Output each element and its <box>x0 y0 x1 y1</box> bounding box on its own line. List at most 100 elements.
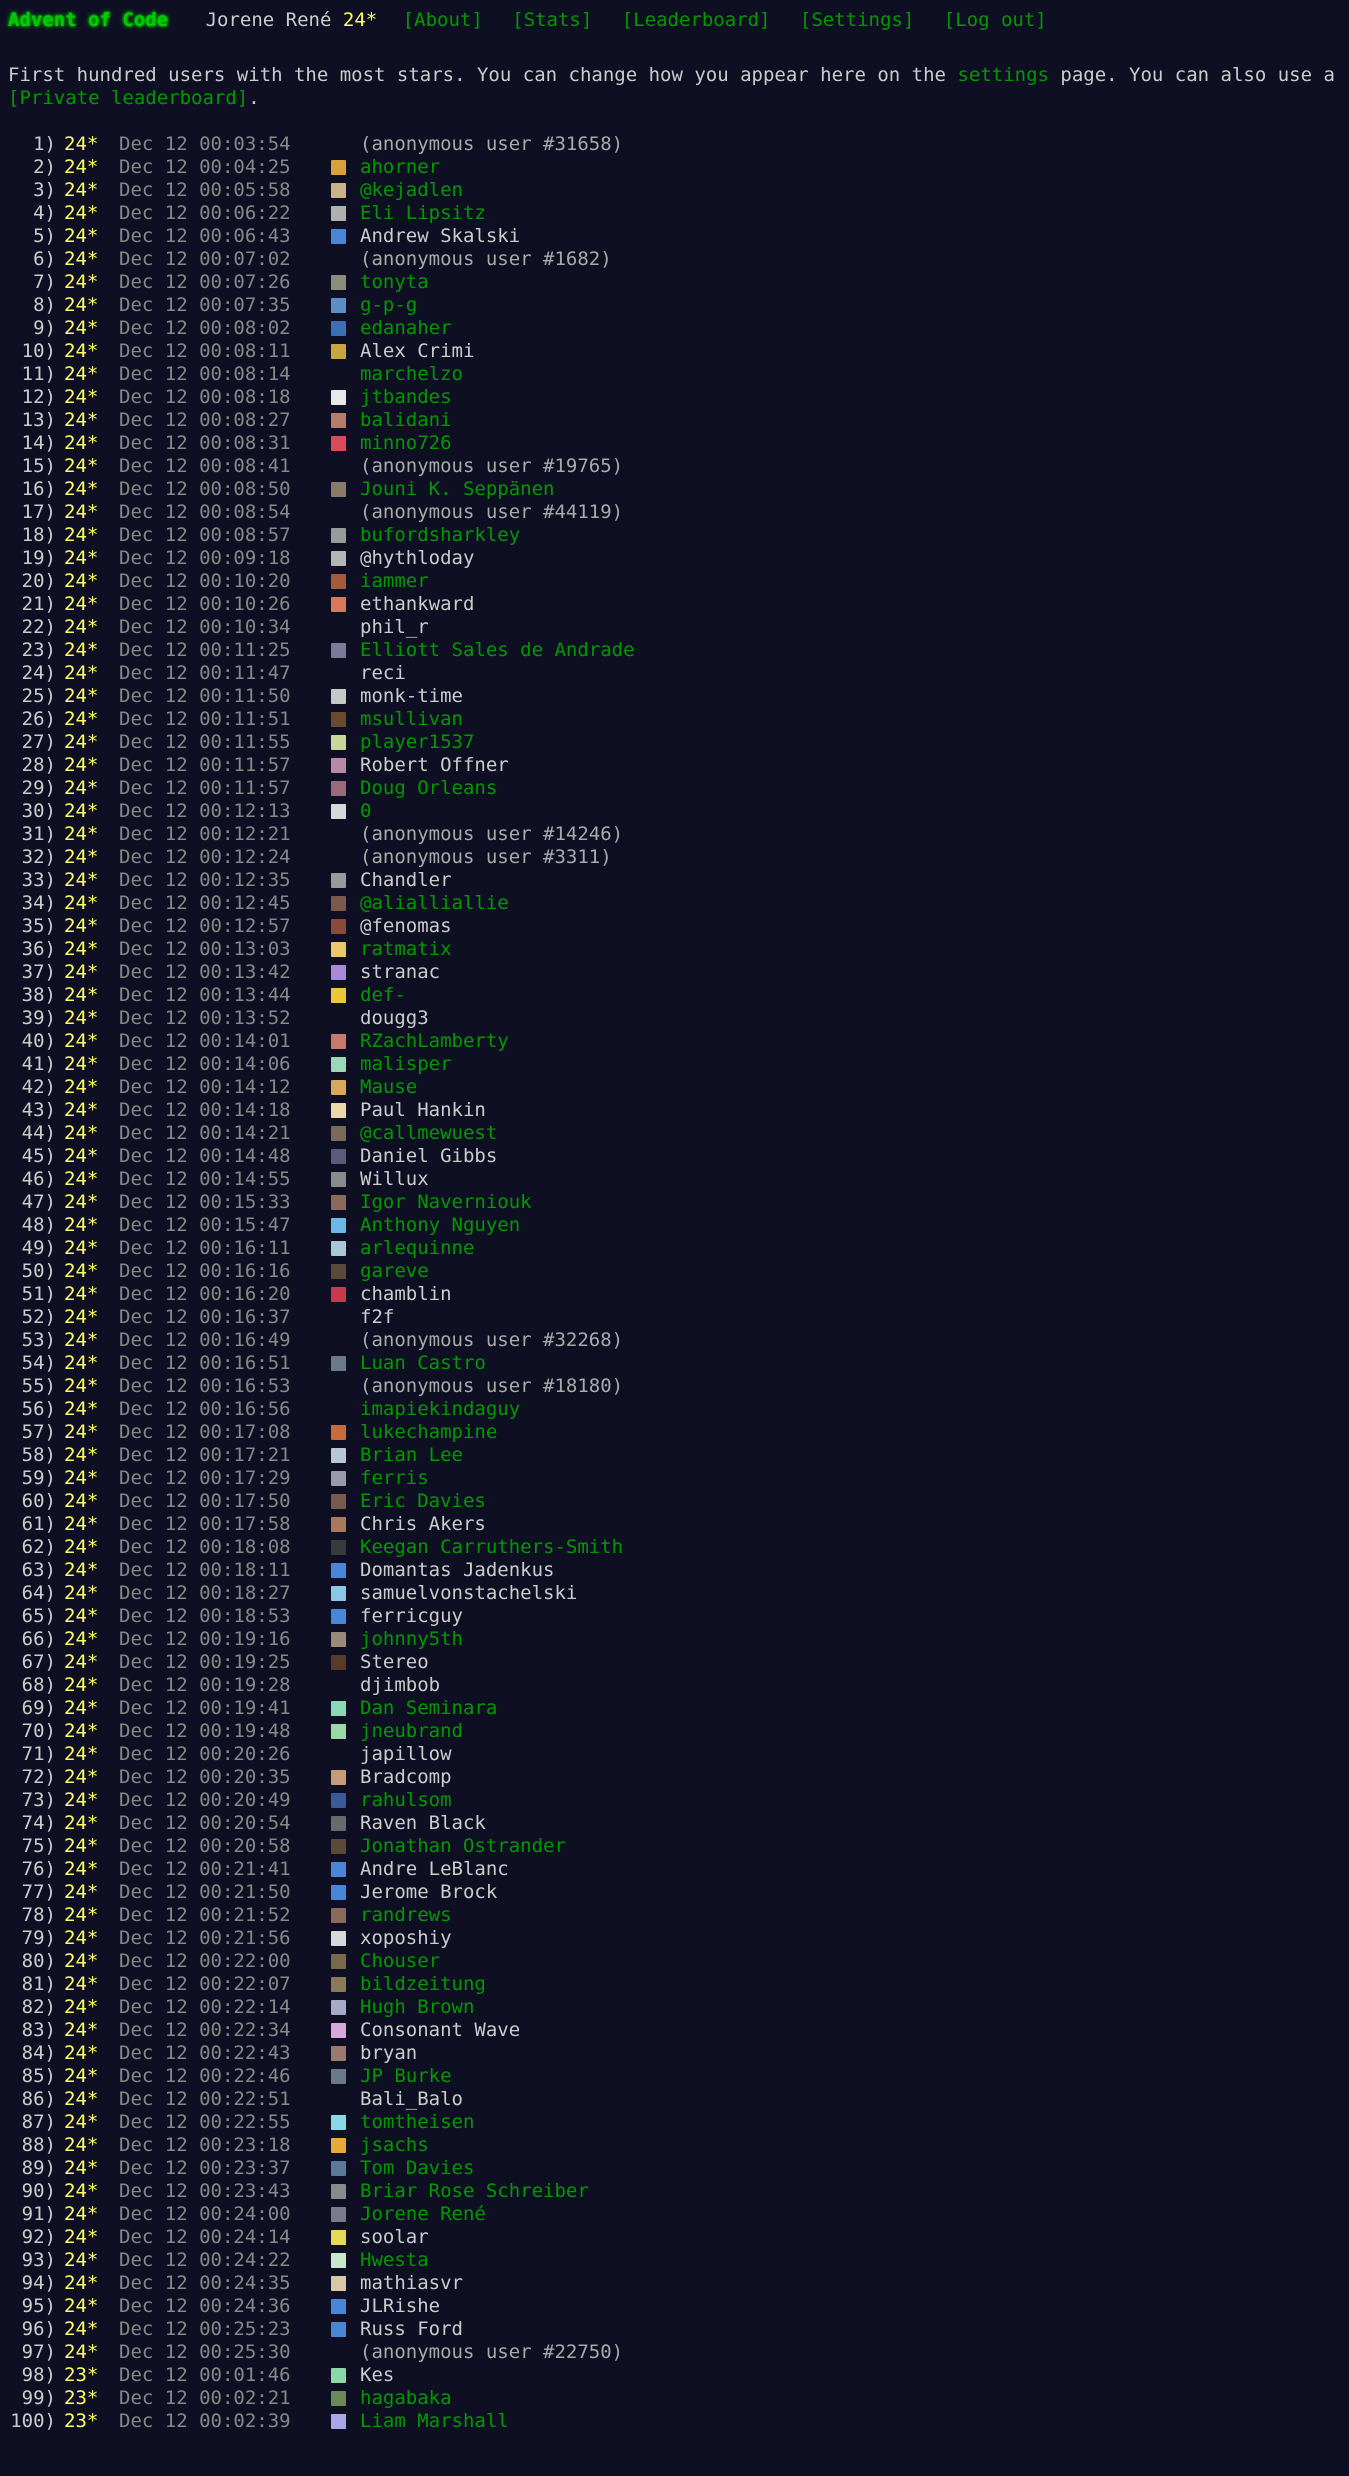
entry-user-link[interactable]: JP Burke <box>360 2065 452 2088</box>
entry-user-link[interactable]: johnny5th <box>360 1628 463 1651</box>
entry-user-link[interactable]: tonyta <box>360 271 429 294</box>
entry-user-link[interactable]: jtbandes <box>360 386 452 409</box>
entry-user-link[interactable]: ferris <box>360 1467 429 1490</box>
entry-user-link[interactable]: g-p-g <box>360 294 417 317</box>
entry-user-link[interactable]: jneubrand <box>360 1720 463 1743</box>
user-avatar <box>331 1494 346 1509</box>
nav-stats-link[interactable]: [Stats] <box>512 9 592 31</box>
entry-user-link[interactable]: Doug Orleans <box>360 777 497 800</box>
entry-user-link[interactable]: imapiekindaguy <box>360 1398 520 1421</box>
entry-user-link[interactable]: marchelzo <box>360 363 463 386</box>
entry-user-link[interactable]: Hugh Brown <box>360 1996 474 2019</box>
nav-settings-link[interactable]: [Settings] <box>800 9 914 31</box>
entry-stars: 24* <box>64 1858 99 1880</box>
entry-user-link[interactable]: balidani <box>360 409 452 432</box>
entry-user-link[interactable]: iammer <box>360 570 429 593</box>
user-avatar <box>331 1793 346 1808</box>
entry-user-link[interactable]: Elliott Sales de Andrade <box>360 639 635 662</box>
entry-stars: 24* <box>64 1536 99 1558</box>
entry-user-link[interactable]: RZachLamberty <box>360 1030 509 1053</box>
entry-time: Dec 12 00:11:50 <box>119 685 291 707</box>
entry-user-link[interactable]: Tom Davies <box>360 2157 474 2180</box>
user-avatar <box>331 229 346 244</box>
leaderboard-entry: 8) 24* Dec 12 00:07:35 g-p-g <box>0 294 1349 317</box>
leaderboard-entry: 92) 24* Dec 12 00:24:14 soolar <box>0 2226 1349 2249</box>
entry-user-link[interactable]: edanaher <box>360 317 452 340</box>
entry-user-link[interactable]: Anthony Nguyen <box>360 1214 520 1237</box>
entry-user-link[interactable]: bufordsharkley <box>360 524 520 547</box>
entry-rank: 51) <box>21 1283 56 1305</box>
leaderboard-entry: 30) 24* Dec 12 00:12:13 0 <box>0 800 1349 823</box>
user-avatar <box>331 2046 346 2061</box>
entry-rank: 80) <box>21 1950 56 1972</box>
entry-user-link[interactable]: Mause <box>360 1076 417 1099</box>
entry-user-link[interactable]: Igor Naverniouk <box>360 1191 532 1214</box>
entry-rank: 52) <box>21 1306 56 1328</box>
entry-rank: 58) <box>21 1444 56 1466</box>
entry-user-link[interactable]: Jouni K. Seppänen <box>360 478 554 501</box>
entry-user-link[interactable]: 0 <box>360 800 371 823</box>
entry-time: Dec 12 00:20:58 <box>119 1835 291 1857</box>
entry-user-name: Bradcomp <box>360 1766 452 1788</box>
entry-user-link[interactable]: @alialliallie <box>360 892 509 915</box>
entry-user-link[interactable]: msullivan <box>360 708 463 731</box>
entry-time: Dec 12 00:08:41 <box>119 455 291 477</box>
entry-rank: 59) <box>21 1467 56 1489</box>
entry-user-link[interactable]: Chouser <box>360 1950 440 1973</box>
entry-user-link[interactable]: lukechampine <box>360 1421 497 1444</box>
entry-user-link[interactable]: tomtheisen <box>360 2111 474 2134</box>
entry-user-link[interactable]: Dan Seminara <box>360 1697 497 1720</box>
entry-time: Dec 12 00:07:02 <box>119 248 291 270</box>
entry-stars: 24* <box>64 2249 99 2271</box>
entry-stars: 24* <box>64 1191 99 1213</box>
entry-user-link[interactable]: @kejadlen <box>360 179 463 202</box>
entry-time: Dec 12 00:14:01 <box>119 1030 291 1052</box>
entry-user-link[interactable]: Keegan Carruthers-Smith <box>360 1536 623 1559</box>
entry-user-link[interactable]: Jonathan Ostrander <box>360 1835 566 1858</box>
entry-user-link[interactable]: jsachs <box>360 2134 429 2157</box>
entry-rank: 94) <box>21 2272 56 2294</box>
entry-rank: 81) <box>21 1973 56 1995</box>
entry-user-link[interactable]: malisper <box>360 1053 452 1076</box>
entry-time: Dec 12 00:05:58 <box>119 179 291 201</box>
entry-user-link[interactable]: Luan Castro <box>360 1352 486 1375</box>
entry-user-link[interactable]: def- <box>360 984 406 1007</box>
user-avatar <box>331 942 346 957</box>
entry-user-link[interactable]: Eli Lipsitz <box>360 202 486 225</box>
entry-time: Dec 12 00:12:35 <box>119 869 291 891</box>
entry-user-link[interactable]: player1537 <box>360 731 474 754</box>
nav-about-link[interactable]: [About] <box>403 9 483 31</box>
entry-user-link[interactable]: minno726 <box>360 432 452 455</box>
entry-user-link[interactable]: Liam Marshall <box>360 2410 509 2433</box>
nav-leaderboard-link[interactable]: [Leaderboard] <box>622 9 771 31</box>
entry-user-name: xoposhiy <box>360 1927 452 1949</box>
entry-user-link[interactable]: gareve <box>360 1260 429 1283</box>
entry-user-link[interactable]: hagabaka <box>360 2387 452 2410</box>
entry-user-link[interactable]: Hwesta <box>360 2249 429 2272</box>
entry-stars: 24* <box>64 133 99 155</box>
entry-user-link[interactable]: arlequinne <box>360 1237 474 1260</box>
entry-user-link[interactable]: Briar Rose Schreiber <box>360 2180 589 2203</box>
leaderboard-entry: 20) 24* Dec 12 00:10:20 iammer <box>0 570 1349 593</box>
entry-user-link[interactable]: ratmatix <box>360 938 452 961</box>
entry-user-link[interactable]: randrews <box>360 1904 452 1927</box>
entry-stars: 24* <box>64 1444 99 1466</box>
nav-logout-link[interactable]: [Log out] <box>944 9 1047 31</box>
entry-stars: 24* <box>64 1375 99 1397</box>
leaderboard-entry: 6) 24* Dec 12 00:07:02 (anonymous user #168… <box>0 248 1349 271</box>
user-avatar <box>331 758 346 773</box>
settings-link[interactable]: settings <box>957 64 1049 86</box>
entry-user-link[interactable]: Brian Lee <box>360 1444 463 1467</box>
private-leaderboard-link[interactable]: [Private leaderboard] <box>8 87 248 109</box>
entry-user-link[interactable]: rahulsom <box>360 1789 452 1812</box>
entry-time: Dec 12 00:22:34 <box>119 2019 291 2041</box>
leaderboard-entry: 18) 24* Dec 12 00:08:57 bufordsharkley <box>0 524 1349 547</box>
entry-time: Dec 12 00:16:16 <box>119 1260 291 1282</box>
entry-user-link[interactable]: @callmewuest <box>360 1122 497 1145</box>
entry-user-link[interactable]: Jorene René <box>360 2203 486 2226</box>
site-title-link[interactable]: Advent of Code <box>8 9 168 31</box>
user-avatar <box>331 2069 346 2084</box>
entry-user-link[interactable]: Eric Davies <box>360 1490 486 1513</box>
entry-user-link[interactable]: ahorner <box>360 156 440 179</box>
entry-user-link[interactable]: bildzeitung <box>360 1973 486 1996</box>
